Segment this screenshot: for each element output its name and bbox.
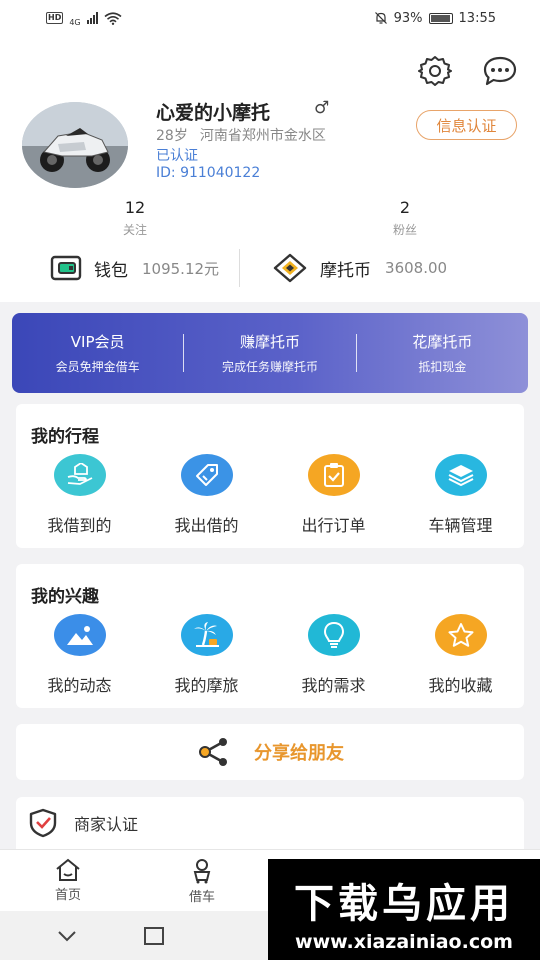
coin-balance: 3608.00 (385, 259, 448, 277)
wifi-icon (104, 11, 122, 25)
location: 河南省郑州市金水区 (199, 128, 326, 144)
status-bar: HD 4G 93% 13:55 (0, 0, 540, 36)
chat-bubble-icon (483, 56, 517, 86)
my-favorites-item[interactable]: 我的收藏 (397, 614, 524, 696)
tab-home-label: 首页 (54, 888, 81, 903)
earn-coin-item[interactable]: 赚摩托币 完成任务赚摩托币 (184, 331, 355, 375)
scooter-icon (193, 859, 211, 884)
messages-button[interactable] (481, 52, 519, 90)
vip-member-subtitle: 会员免押金借车 (55, 360, 140, 374)
user-meta: 28岁 河南省郑州市金水区 (156, 125, 326, 145)
image-icon (53, 614, 106, 656)
lightbulb-icon (307, 614, 360, 656)
spend-coin-subtitle: 抵扣现金 (418, 360, 467, 374)
spend-coin-title: 花摩托币 (412, 333, 473, 351)
coin-entry[interactable]: 摩托币 3608.00 (272, 253, 447, 283)
profile-header: 心爱的小摩托 ♂ 28岁 河南省郑州市金水区 已认证 ID: 911040122 … (0, 36, 540, 302)
home-icon (56, 858, 80, 881)
tab-borrow[interactable]: 借车 (168, 858, 236, 905)
info-cert-button[interactable]: 信息认证 (416, 110, 517, 140)
battery-percent: 93% (393, 10, 423, 26)
earn-coin-title: 赚摩托币 (239, 333, 300, 351)
following-label: 关注 (122, 223, 147, 237)
nav-back-button[interactable] (54, 923, 80, 949)
trip-orders-label: 出行订单 (301, 516, 366, 535)
vip-member-title: VIP会员 (70, 333, 125, 351)
share-icon (199, 738, 227, 766)
following-count: 12 (124, 198, 146, 217)
borrowed-label: 我借到的 (47, 516, 112, 535)
nav-home-button[interactable] (141, 923, 167, 949)
age: 28岁 (156, 128, 188, 144)
signal-icon (86, 12, 98, 24)
wallet-row: 钱包 1095.12元 摩托币 3608.00 (0, 248, 540, 288)
divider (239, 249, 241, 287)
merchant-cert-item[interactable]: 商家认证 (16, 797, 524, 849)
gender-male-icon: ♂ (314, 98, 330, 118)
star-icon (434, 614, 487, 656)
hd-indicator: HD (46, 12, 64, 24)
hand-home-icon (53, 454, 106, 496)
wallet-label: 钱包 (94, 260, 128, 281)
my-posts-item[interactable]: 我的动态 (16, 614, 143, 696)
battery-icon (428, 12, 453, 24)
borrowed-item[interactable]: 我借到的 (16, 454, 143, 536)
shield-check-icon (29, 808, 57, 838)
avatar[interactable] (22, 102, 128, 188)
trips-card: 我的行程 我借到的 我出借的 出行订单 车辆管理 (16, 404, 524, 548)
layers-icon (434, 454, 487, 496)
palm-tree-icon (180, 614, 233, 656)
gear-icon (418, 56, 452, 86)
network-type: 4G (69, 17, 81, 27)
merchant-cert-label: 商家认证 (74, 815, 139, 834)
wallet-entry[interactable]: 钱包 1095.12元 (50, 254, 219, 282)
vehicle-manage-item[interactable]: 车辆管理 (397, 454, 524, 536)
my-needs-label: 我的需求 (301, 676, 366, 695)
wallet-icon (50, 255, 82, 281)
square-icon (144, 927, 164, 945)
lent-label: 我出借的 (174, 516, 239, 535)
interests-title: 我的兴趣 (31, 587, 99, 607)
settings-button[interactable] (416, 52, 454, 90)
clock: 13:55 (458, 10, 496, 26)
earn-coin-subtitle: 完成任务赚摩托币 (221, 360, 318, 374)
followers-stat[interactable]: 2 粉丝 (365, 198, 445, 238)
my-favorites-label: 我的收藏 (428, 676, 493, 695)
verified-status: 已认证 (156, 148, 198, 164)
tab-home[interactable]: 首页 (34, 858, 102, 903)
interests-card: 我的兴趣 我的动态 我的摩旅 我的需求 我的收藏 (16, 564, 524, 708)
share-button[interactable]: 分享给朋友 (16, 724, 524, 780)
coin-icon (273, 253, 307, 283)
vip-member-item[interactable]: VIP会员 会员免押金借车 (12, 331, 183, 375)
tab-borrow-label: 借车 (188, 890, 215, 905)
followers-count: 2 (399, 198, 411, 217)
trip-orders-item[interactable]: 出行订单 (270, 454, 397, 536)
watermark-url: www.xiazainiao.com (295, 931, 513, 953)
user-id: ID: 911040122 (156, 165, 261, 181)
my-tours-label: 我的摩旅 (174, 676, 239, 695)
vehicle-manage-label: 车辆管理 (428, 516, 493, 535)
motorcycle-photo (22, 102, 128, 188)
my-needs-item[interactable]: 我的需求 (270, 614, 397, 696)
tag-icon (180, 454, 233, 496)
my-tours-item[interactable]: 我的摩旅 (143, 614, 270, 696)
spend-coin-item[interactable]: 花摩托币 抵扣现金 (357, 331, 528, 375)
nickname: 心爱的小摩托 (156, 102, 271, 124)
vip-banner: VIP会员 会员免押金借车 赚摩托币 完成任务赚摩托币 花摩托币 抵扣现金 (12, 313, 528, 393)
share-label: 分享给朋友 (254, 743, 344, 764)
coin-label: 摩托币 (320, 260, 372, 281)
trips-title: 我的行程 (31, 427, 99, 447)
chevron-down-icon (58, 931, 76, 942)
watermark: 下载乌应用 www.xiazainiao.com (268, 859, 540, 960)
following-stat[interactable]: 12 关注 (95, 198, 175, 238)
watermark-title: 下载乌应用 (294, 881, 514, 927)
wallet-balance: 1095.12元 (142, 259, 220, 278)
clipboard-check-icon (307, 454, 360, 496)
my-posts-label: 我的动态 (47, 676, 112, 695)
followers-label: 粉丝 (392, 223, 417, 237)
lent-item[interactable]: 我出借的 (143, 454, 270, 536)
mute-bell-icon (374, 12, 387, 24)
